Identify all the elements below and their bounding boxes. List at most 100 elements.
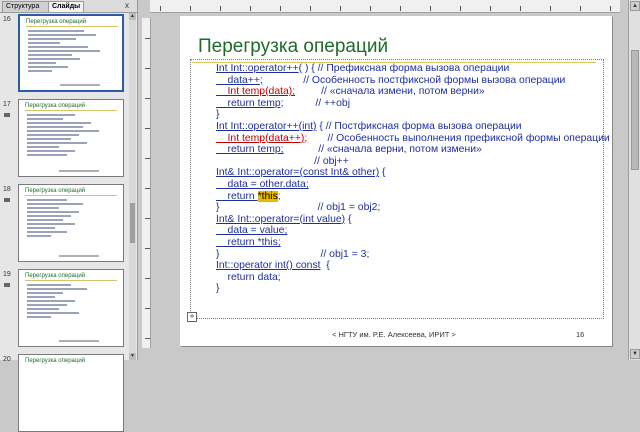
scroll-down-icon[interactable]: ▼ xyxy=(129,353,136,360)
slide-title[interactable]: Перегрузка операций xyxy=(198,36,388,58)
code-line: data = other.data; xyxy=(216,179,610,191)
code-comment: // Особенность выполнения префиксной фор… xyxy=(307,132,610,144)
thumb-code-lines xyxy=(27,284,107,320)
scroll-thumb[interactable] xyxy=(631,50,639,170)
code-line: } // obj1 = obj2; xyxy=(216,202,610,214)
code-token: Int& Int::operator=(const Int& other) xyxy=(216,167,380,179)
autofit-options-icon[interactable]: ≑ xyxy=(187,312,197,322)
slide-canvas[interactable]: Перегрузка операций ≑ Int Int::operator+… xyxy=(180,16,612,346)
scroll-up-icon[interactable]: ▲ xyxy=(129,13,136,20)
slide-preview[interactable]: Перегрузка операций xyxy=(18,354,124,432)
code-comment: { // Постфиксная форма вызова операции xyxy=(316,120,522,132)
slide-number: 17 xyxy=(3,101,11,108)
tab-structure[interactable]: Структура xyxy=(2,1,52,12)
slide-icon xyxy=(4,198,10,202)
slide-thumbnail-20[interactable]: 20 Перегрузка операций xyxy=(0,354,128,432)
close-icon[interactable]: x xyxy=(125,1,129,11)
code-token: { xyxy=(379,167,386,179)
code-token: Int Int::operator++(int) xyxy=(216,120,317,132)
code-line: return temp; // ++obj xyxy=(216,98,610,110)
code-line: Int Int::operator++(int) { // Постфиксна… xyxy=(216,121,610,133)
slide-preview[interactable]: Перегрузка операций xyxy=(18,14,124,92)
thumb-title: Перегрузка операций xyxy=(26,19,87,25)
code-token: return data; xyxy=(216,271,281,283)
code-line: return data; xyxy=(216,272,610,284)
code-token: Int Int::operator++ xyxy=(216,63,299,74)
slides-pane: Структура Слайды x 16 Перегрузка операци… xyxy=(0,0,138,432)
slide-thumbnail-16[interactable]: 16 Перегрузка операций xyxy=(0,14,128,92)
thumb-title: Перегрузка операций xyxy=(25,358,86,364)
code-token: { xyxy=(345,213,352,225)
code-listing[interactable]: Int Int::operator++( ) { // Префиксная ф… xyxy=(216,63,610,295)
slide-preview[interactable]: Перегрузка операций xyxy=(18,269,124,347)
thumb-code-lines xyxy=(28,30,108,74)
code-token: return temp; xyxy=(216,144,284,156)
code-line: Int& Int::operator=(int value) { xyxy=(216,214,610,226)
code-line: // obj++ xyxy=(216,156,610,168)
horizontal-ruler xyxy=(150,0,620,13)
code-token: } xyxy=(216,109,220,121)
code-comment: // obj1 = 3; xyxy=(219,248,370,260)
pane-tabs: Структура Слайды x xyxy=(0,0,137,13)
code-line: Int temp(data++); // Особенность выполне… xyxy=(216,133,610,145)
code-line: Int temp(data); // «сначала измени, пото… xyxy=(216,86,610,98)
code-token: ; xyxy=(277,190,281,202)
code-line: return temp; // «сначала верни, потом из… xyxy=(216,144,610,156)
code-token: return *this; xyxy=(216,236,281,248)
thumb-footer xyxy=(59,340,99,342)
highlighted-token: *this xyxy=(257,190,278,202)
code-line: data++; // Особенность постфиксной формы… xyxy=(216,75,610,87)
code-line: Int::operator int() const { xyxy=(216,260,610,272)
code-token: { xyxy=(320,260,330,272)
code-token: return temp; xyxy=(216,97,284,109)
thumb-title: Перегрузка операций xyxy=(25,273,86,279)
code-line: } xyxy=(216,109,610,121)
code-token: return xyxy=(216,190,258,202)
slide-number: 18 xyxy=(3,186,11,193)
code-line: Int& Int::operator=(const Int& other) { xyxy=(216,167,610,179)
scroll-down-icon[interactable]: ▼ xyxy=(630,349,640,359)
code-comment: // obj1 = obj2; xyxy=(219,202,381,214)
code-line: return *this; xyxy=(216,237,610,249)
thumb-title: Перегрузка операций xyxy=(25,188,86,194)
thumb-footer xyxy=(60,84,100,86)
code-comment: // obj++ xyxy=(216,155,349,167)
code-line: return *this; xyxy=(216,190,610,203)
code-line: } xyxy=(216,283,610,295)
slide-preview[interactable]: Перегрузка операций xyxy=(18,184,124,262)
thumb-code-lines xyxy=(27,199,107,239)
slide-footer: < НГТУ им. Р.Е. Алексеева, ИРИТ > xyxy=(332,330,456,339)
thumb-divider xyxy=(25,195,117,196)
slide-icon xyxy=(4,283,10,287)
slide-number: 19 xyxy=(3,271,11,278)
slide-thumbnail-17[interactable]: 17 Перегрузка операций xyxy=(0,99,128,177)
vertical-ruler xyxy=(142,18,151,348)
code-line: } // obj1 = 3; xyxy=(216,249,610,261)
scroll-up-icon[interactable]: ▲ xyxy=(630,1,640,11)
code-token: data = other.data; xyxy=(216,178,309,190)
editor-scrollbar[interactable]: ▲ ▼ xyxy=(628,0,640,360)
thumbnail-scrollbar[interactable]: ▲ ▼ xyxy=(129,13,136,360)
code-token: Int& Int::operator=(int value) xyxy=(216,213,346,225)
thumb-title: Перегрузка операций xyxy=(25,103,86,109)
scroll-thumb[interactable] xyxy=(130,203,135,243)
code-token: Int temp(data); xyxy=(216,86,296,98)
slide-thumbnail-19[interactable]: 19 Перегрузка операций xyxy=(0,269,128,347)
slide-icon xyxy=(4,113,10,117)
slide-page-number: 16 xyxy=(576,330,585,339)
code-token: Int::operator int() const xyxy=(216,260,321,272)
thumb-divider xyxy=(26,26,118,27)
thumb-footer xyxy=(59,255,99,257)
code-line: data = value; xyxy=(216,225,610,237)
code-token: Int temp(data++); xyxy=(216,132,308,144)
slide-number: 16 xyxy=(3,16,11,23)
thumb-code-lines xyxy=(27,114,107,158)
code-line: Int Int::operator++( ) { // Префиксная ф… xyxy=(216,63,610,75)
tab-slides[interactable]: Слайды xyxy=(48,1,84,12)
slide-preview[interactable]: Перегрузка операций xyxy=(18,99,124,177)
slide-thumbnail-18[interactable]: 18 Перегрузка операций xyxy=(0,184,128,262)
code-comment: // Особенность постфиксной формы вызова … xyxy=(262,74,566,86)
thumb-divider xyxy=(25,280,117,281)
code-comment: // «сначала верни, потом измени» xyxy=(283,144,482,156)
code-comment: // «сначала измени, потом верни» xyxy=(295,86,485,98)
